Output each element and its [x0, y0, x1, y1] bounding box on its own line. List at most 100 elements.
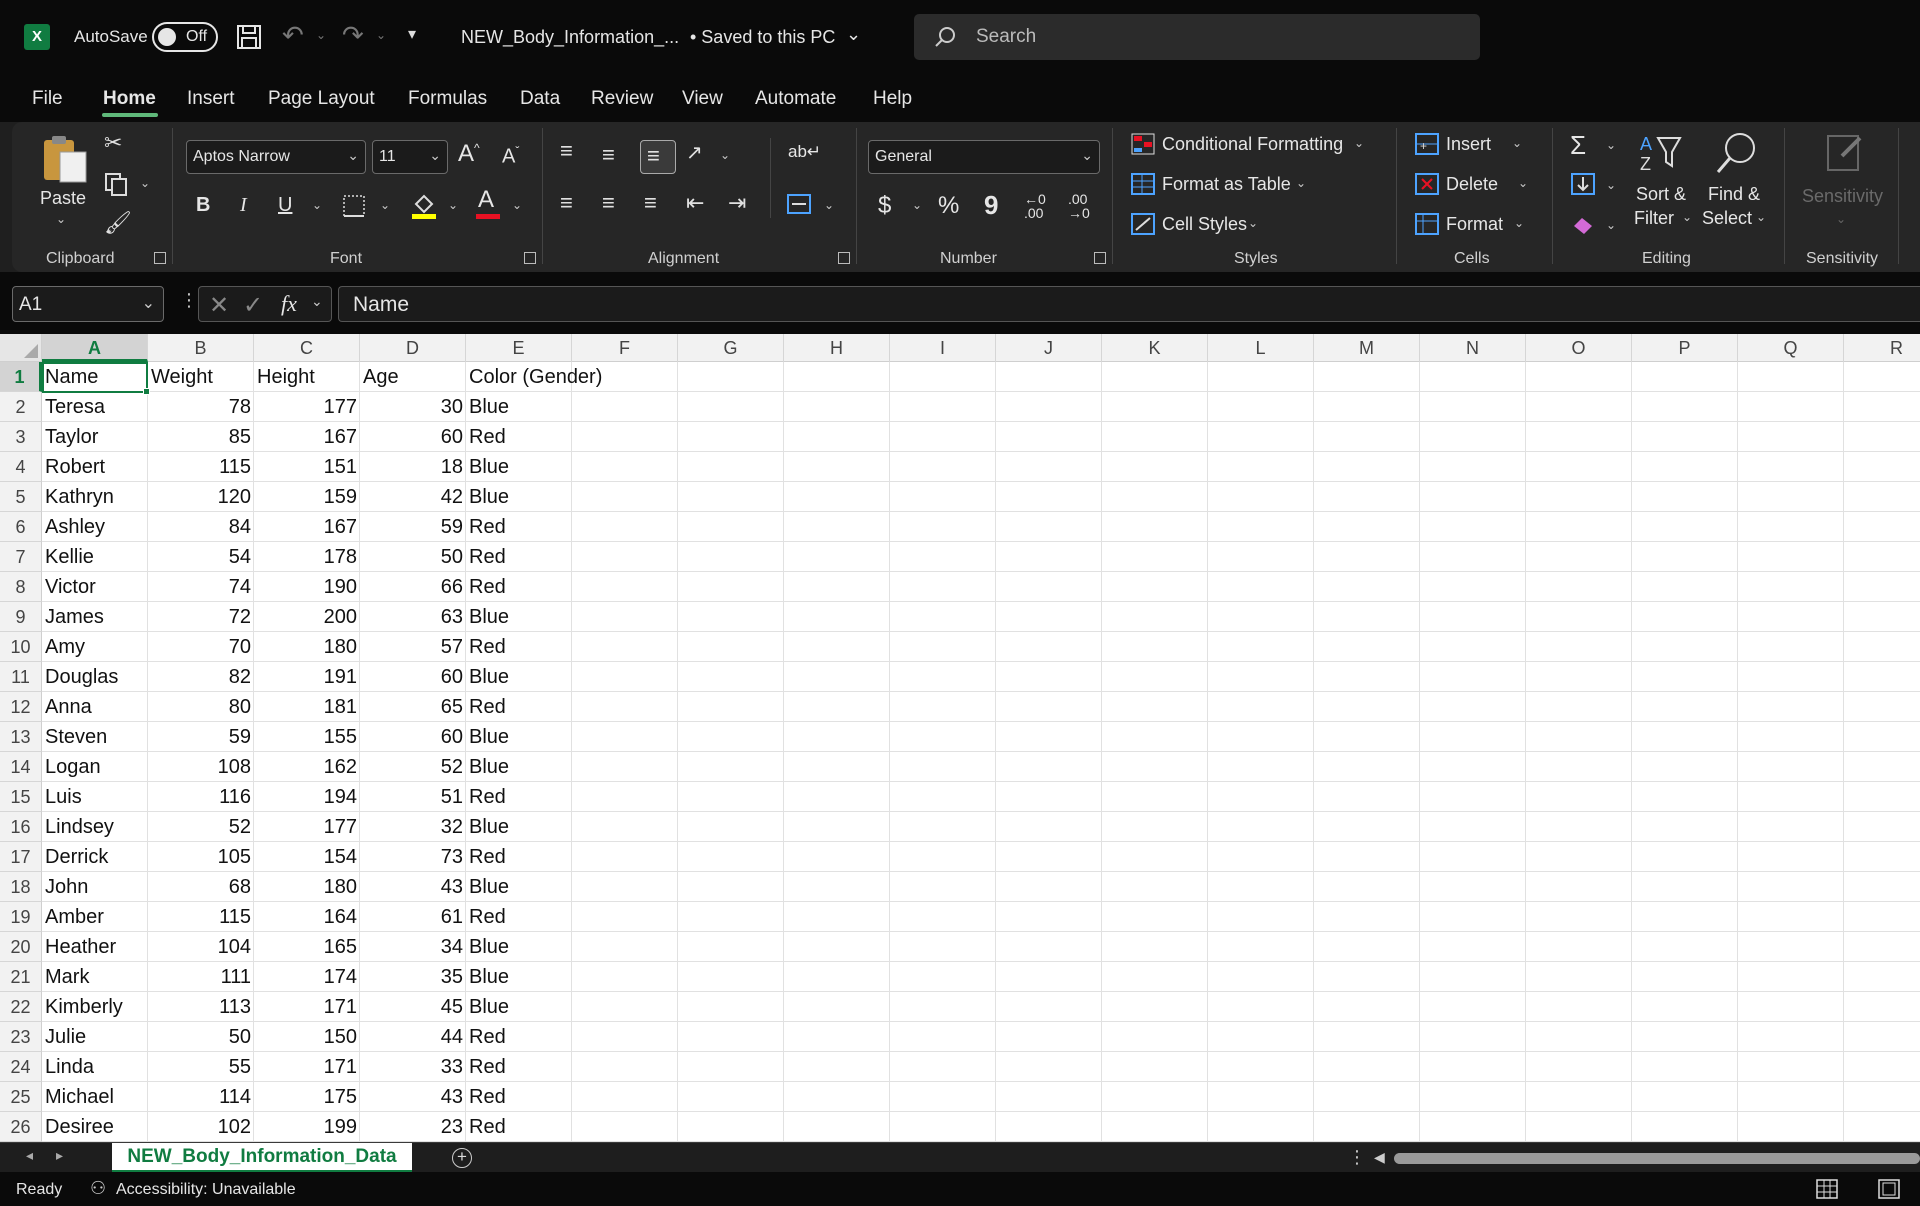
- table-cell[interactable]: Desiree: [42, 1112, 148, 1142]
- clear-dropdown-icon[interactable]: ⌄: [1606, 218, 1616, 232]
- table-cell[interactable]: Red: [466, 1082, 572, 1112]
- decrease-font-size-icon[interactable]: Aˇ: [502, 144, 519, 169]
- tab-file[interactable]: File: [32, 88, 63, 110]
- header-cell[interactable]: Height: [254, 362, 360, 392]
- chevron-down-icon[interactable]: ⌄: [311, 293, 323, 310]
- increase-indent-icon[interactable]: ⇥: [728, 190, 746, 216]
- table-cell[interactable]: Red: [466, 1052, 572, 1082]
- row-header[interactable]: 13: [0, 722, 42, 752]
- clipboard-launcher-icon[interactable]: [154, 252, 166, 264]
- table-cell[interactable]: 116: [148, 782, 254, 812]
- cancel-entry-icon[interactable]: ✕: [209, 291, 229, 320]
- format-cells-icon[interactable]: [1414, 212, 1440, 236]
- table-cell[interactable]: Steven: [42, 722, 148, 752]
- autosum-icon[interactable]: Σ: [1570, 130, 1586, 161]
- insert-cells-button[interactable]: Insert: [1446, 134, 1491, 155]
- font-color-icon[interactable]: A: [478, 186, 494, 214]
- redo-icon[interactable]: ↷: [342, 20, 364, 51]
- row-header[interactable]: 16: [0, 812, 42, 842]
- table-cell[interactable]: 177: [254, 812, 360, 842]
- table-cell[interactable]: Red: [466, 422, 572, 452]
- table-cell[interactable]: 155: [254, 722, 360, 752]
- row-header[interactable]: 4: [0, 452, 42, 482]
- table-cell[interactable]: 59: [148, 722, 254, 752]
- redo-dropdown-icon[interactable]: ⌄: [376, 28, 386, 42]
- conditional-formatting-icon[interactable]: [1130, 132, 1156, 156]
- table-cell[interactable]: Blue: [466, 992, 572, 1022]
- table-cell[interactable]: 80: [148, 692, 254, 722]
- table-cell[interactable]: 32: [360, 812, 466, 842]
- column-header-a[interactable]: A: [42, 334, 148, 362]
- tab-insert[interactable]: Insert: [187, 88, 235, 110]
- table-cell[interactable]: 82: [148, 662, 254, 692]
- table-cell[interactable]: Derrick: [42, 842, 148, 872]
- tab-review[interactable]: Review: [591, 88, 653, 110]
- row-header[interactable]: 26: [0, 1112, 42, 1142]
- cut-icon[interactable]: ✂: [104, 130, 122, 156]
- chevron-down-icon[interactable]: ⌄: [1836, 212, 1846, 226]
- table-cell[interactable]: 68: [148, 872, 254, 902]
- table-cell[interactable]: 44: [360, 1022, 466, 1052]
- accessibility-status[interactable]: Accessibility: Unavailable: [116, 1181, 296, 1199]
- table-cell[interactable]: 164: [254, 902, 360, 932]
- table-cell[interactable]: Blue: [466, 812, 572, 842]
- table-cell[interactable]: Linda: [42, 1052, 148, 1082]
- table-cell[interactable]: 23: [360, 1112, 466, 1142]
- table-cell[interactable]: 42: [360, 482, 466, 512]
- column-header-m[interactable]: M: [1314, 334, 1420, 362]
- scroll-bar-left-icon[interactable]: ◀: [1374, 1149, 1385, 1166]
- orientation-dropdown-icon[interactable]: ⌄: [720, 148, 730, 162]
- sensitivity-button[interactable]: Sensitivity: [1802, 186, 1883, 207]
- table-cell[interactable]: 200: [254, 602, 360, 632]
- wrap-text-icon[interactable]: ab↵: [788, 142, 821, 162]
- table-cell[interactable]: 63: [360, 602, 466, 632]
- spreadsheet-grid[interactable]: ABCDEFGHIJKLMNOPQR 1 2 3 4 5 6 7 8 9 10 11 12 13 14 15…: [0, 334, 1920, 1142]
- orientation-icon[interactable]: ↗: [686, 140, 703, 165]
- find-select-icon[interactable]: [1712, 130, 1760, 176]
- chevron-down-icon[interactable]: ⌄: [1682, 210, 1692, 224]
- table-cell[interactable]: 60: [360, 422, 466, 452]
- column-header-o[interactable]: O: [1526, 334, 1632, 362]
- sort-filter-icon[interactable]: AZ: [1636, 130, 1684, 176]
- table-cell[interactable]: 43: [360, 872, 466, 902]
- row-header[interactable]: 10: [0, 632, 42, 662]
- table-cell[interactable]: 177: [254, 392, 360, 422]
- undo-icon[interactable]: ↶: [282, 20, 304, 51]
- column-header-c[interactable]: C: [254, 334, 360, 362]
- customize-toolbar-icon[interactable]: ▾: [408, 24, 416, 44]
- table-cell[interactable]: Mark: [42, 962, 148, 992]
- confirm-entry-icon[interactable]: ✓: [243, 291, 263, 320]
- tab-formulas[interactable]: Formulas: [408, 88, 487, 110]
- table-cell[interactable]: Blue: [466, 932, 572, 962]
- table-cell[interactable]: 60: [360, 722, 466, 752]
- row-header[interactable]: 12: [0, 692, 42, 722]
- formula-input[interactable]: Name: [338, 286, 1920, 322]
- table-cell[interactable]: 194: [254, 782, 360, 812]
- table-cell[interactable]: 115: [148, 902, 254, 932]
- table-cell[interactable]: John: [42, 872, 148, 902]
- table-cell[interactable]: 180: [254, 632, 360, 662]
- more-options-icon[interactable]: ⋮: [180, 290, 198, 311]
- borders-dropdown-icon[interactable]: ⌄: [380, 198, 390, 212]
- column-header-f[interactable]: F: [572, 334, 678, 362]
- number-format-combo[interactable]: General ⌄: [868, 140, 1100, 174]
- table-cell[interactable]: Red: [466, 692, 572, 722]
- table-cell[interactable]: 30: [360, 392, 466, 422]
- chevron-down-icon[interactable]: ⌄: [1514, 216, 1524, 230]
- table-cell[interactable]: Kellie: [42, 542, 148, 572]
- table-cell[interactable]: 190: [254, 572, 360, 602]
- font-launcher-icon[interactable]: [524, 252, 536, 264]
- font-color-dropdown-icon[interactable]: ⌄: [512, 198, 522, 212]
- table-cell[interactable]: 84: [148, 512, 254, 542]
- chevron-down-icon[interactable]: ⌄: [1512, 136, 1522, 150]
- column-header-j[interactable]: J: [996, 334, 1102, 362]
- insert-cells-icon[interactable]: +: [1414, 132, 1440, 156]
- underline-dropdown-icon[interactable]: ⌄: [312, 198, 322, 212]
- bottom-align-button[interactable]: ≡: [640, 140, 676, 174]
- table-cell[interactable]: 180: [254, 872, 360, 902]
- alignment-launcher-icon[interactable]: [838, 252, 850, 264]
- sort-filter-label-2[interactable]: Filter: [1634, 208, 1674, 229]
- table-cell[interactable]: 65: [360, 692, 466, 722]
- table-cell[interactable]: 167: [254, 422, 360, 452]
- table-cell[interactable]: 115: [148, 452, 254, 482]
